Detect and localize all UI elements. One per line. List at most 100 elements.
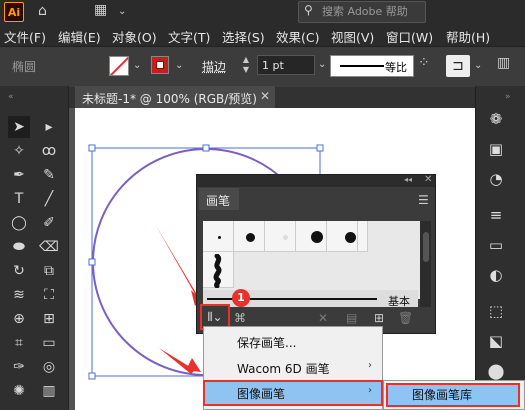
more-options-icon[interactable]: ▥ [497,55,510,71]
document-tab-label: 未标题-1* @ 100% (RGB/预览) [82,92,257,106]
search-icon: ⚲ [304,3,313,17]
menu-save-brushes[interactable]: 保存画笔... [237,334,296,351]
options-selected-icon[interactable]: ▤ [346,311,357,325]
menu-image-brush-highlight[interactable] [203,380,383,406]
selection-tool-icon[interactable]: ➤ [8,116,30,138]
stroke-stepper-icon[interactable]: ▲ ▼ [238,55,254,75]
brush-definition-icon[interactable]: ⁘ [418,55,430,71]
title-bar [0,0,525,24]
selection-type-label: 椭圆 [12,60,37,74]
brush-cell[interactable] [358,221,368,252]
graph-tool-icon[interactable]: ▥ [38,380,60,402]
color-palette-icon[interactable]: ❁ [485,108,507,130]
lasso-icon[interactable]: ꝏ [38,140,60,162]
curvature-tool-icon[interactable]: ✎ [38,164,60,186]
submenu-arrow-icon: › [368,360,372,371]
stroke-weight-input[interactable] [257,55,315,75]
step-badge: 1 [232,289,250,307]
search-placeholder[interactable]: 搜索 Adobe 帮助 [322,3,408,19]
align-icon[interactable]: ⊐ [446,55,470,77]
transform-icon[interactable]: ⬚ [485,300,507,322]
line-tool-icon[interactable]: ╱ [38,188,60,210]
menu-object[interactable]: 对象(O) [112,27,157,46]
fill-dropdown-chevron-icon[interactable]: ⌄ [133,60,141,71]
panel-header-strip[interactable] [197,175,435,187]
home-icon[interactable]: ⌂ [38,3,47,19]
mesh-tool-icon[interactable]: ⌗ [8,332,30,354]
brush-dot [345,232,356,243]
brush-dot [283,235,288,240]
menu-help[interactable]: 帮助(H) [446,27,490,46]
menu-effect[interactable]: 效果(C) [276,27,319,46]
scale-tool-icon[interactable]: ⧉ [38,260,60,282]
color-guide-icon[interactable]: ◔ [485,168,507,190]
gradient-panel-icon[interactable]: ▭ [485,234,507,256]
shaper-tool-icon[interactable]: ⬬ [8,236,30,258]
brush-cell[interactable] [265,221,296,252]
stroke-label[interactable]: 描边 [202,58,226,75]
transparency-icon[interactable]: ◐ [485,264,507,286]
perspective-grid-icon[interactable]: ⊞ [38,308,60,330]
art-brush-preview [213,254,222,288]
stroke-panel-icon[interactable]: ≡ [485,204,507,226]
width-tool-icon[interactable]: ≋ [8,284,30,306]
symbol-sprayer-icon[interactable]: ✺ [8,380,30,402]
free-transform-icon[interactable]: ⛶ [38,284,60,306]
paintbrush-tool-icon[interactable]: ✐ [38,212,60,234]
close-panel-icon[interactable]: ✕ [424,174,432,185]
menu-type[interactable]: 文字(T) [168,27,210,46]
workspace-layout-icon[interactable]: ▦ [94,2,107,18]
rotate-tool-icon[interactable]: ↻ [8,260,30,282]
submenu-image-brush-library[interactable]: 图像画笔库 [412,386,472,403]
menu-select[interactable]: 选择(S) [222,27,265,46]
collapse-panel-icon[interactable]: ◂◂ [404,175,412,184]
scrollbar-thumb[interactable] [423,232,429,262]
menu-view[interactable]: 视图(V) [331,27,374,46]
stroke-dropdown-chevron-icon[interactable]: ⌄ [175,60,183,71]
shape-builder-icon[interactable]: ⊕ [8,308,30,330]
brushes-tab-label: 画笔 [206,194,231,208]
menu-image-brush[interactable]: 图像画笔 [237,385,285,402]
submenu-arrow-icon: › [368,385,372,396]
menu-wacom-6d-brushes[interactable]: Wacom 6D 画笔 [237,360,330,377]
handle-bottom-left [88,372,96,380]
handle-middle-left [88,258,96,266]
pathfinder-icon[interactable]: ⬕ [485,330,507,352]
type-tool-icon[interactable]: T [8,188,30,210]
align-chevron-icon[interactable]: ⌄ [474,60,482,71]
pen-tool-icon[interactable]: ✒ [8,164,30,186]
stroke-weight-chevron-icon[interactable]: ⌄ [318,59,326,70]
magic-wand-icon[interactable]: ✧ [8,140,30,162]
new-brush-icon[interactable]: ⊞ [374,311,384,325]
eyedropper-icon[interactable]: ✑ [8,356,30,378]
menu-window[interactable]: 窗口(W) [386,27,433,46]
profile-label: 等比 [385,61,407,74]
red-arrow-tail-2 [159,348,195,374]
stroke-swatch[interactable] [151,56,169,74]
brush-dot [218,236,221,239]
basic-brush-label: 基本 [388,295,410,308]
app-logo: Ai [4,2,24,22]
blend-tool-icon[interactable]: ◎ [38,356,60,378]
brush-dot [311,231,323,243]
eraser-tool-icon[interactable]: ⌫ [38,236,60,258]
gradient-tool-icon[interactable]: ▭ [38,332,60,354]
brush-options-icon[interactable]: ⌘ [234,311,246,325]
brush-dot [246,233,255,242]
profile-line [340,65,384,67]
collapse-arrows-icon[interactable]: « [8,92,14,102]
appearance-icon[interactable]: ⬤ [485,360,507,382]
chevron-down-icon[interactable]: ⌄ [118,6,126,17]
remove-stroke-icon[interactable]: ✕ [318,311,328,325]
direct-selection-tool-icon[interactable]: ▸ [38,116,60,138]
menu-edit[interactable]: 编辑(E) [58,27,101,46]
fill-swatch[interactable] [109,56,129,76]
expand-arrows-icon[interactable]: » [505,92,511,102]
handle-top-left [88,144,96,152]
swatches-icon[interactable]: ▣ [485,138,507,160]
delete-brush-icon[interactable]: 🗑 [398,311,413,325]
close-tab-icon[interactable]: ✕ [260,89,270,103]
panel-menu-icon[interactable]: ☰ [418,193,429,207]
ellipse-tool-icon[interactable]: ◯ [8,212,30,234]
menu-file[interactable]: 文件(F) [4,27,46,46]
